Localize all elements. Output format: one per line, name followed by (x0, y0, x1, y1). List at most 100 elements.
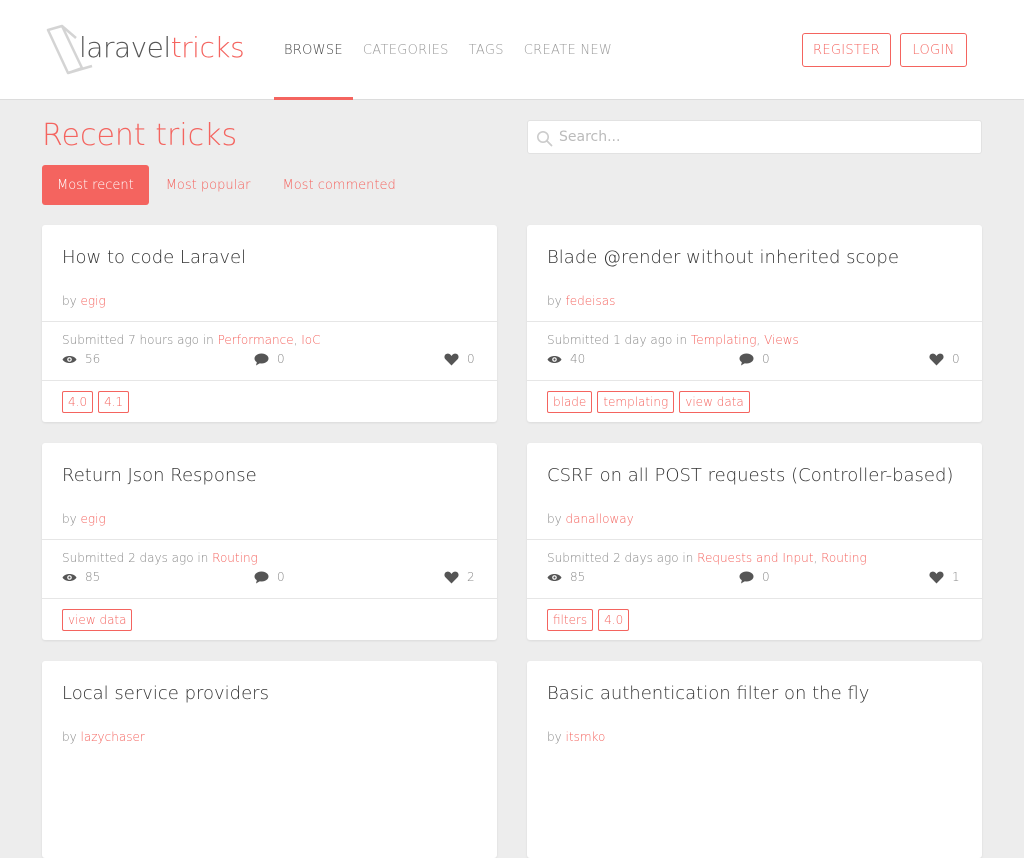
category-separator: , (813, 551, 822, 565)
trick-author-link[interactable]: lazychaser (81, 730, 145, 744)
by-label: by (62, 512, 77, 526)
comments-icon (254, 353, 269, 365)
trick-card: Local service providers by lazychaser (42, 661, 497, 858)
trick-title[interactable]: CSRF on all POST requests (Controller-ba… (547, 465, 953, 486)
trick-title[interactable]: Basic authentication filter on the fly (547, 683, 869, 704)
category-link[interactable]: Requests and Input (697, 551, 813, 565)
views-count: 56 (85, 352, 101, 366)
comments-stat: 0 (254, 351, 285, 367)
by-label: by (62, 294, 77, 308)
likes-icon (929, 571, 944, 583)
category-link[interactable]: Templating (691, 333, 757, 347)
tag-link[interactable]: 4.0 (62, 391, 94, 413)
card-divider (527, 380, 982, 381)
trick-author-line: by egig (62, 512, 106, 526)
views-count: 85 (570, 570, 586, 584)
trick-title[interactable]: Local service providers (62, 683, 269, 704)
sort-filters: Most recent Most popular Most commented (42, 165, 413, 205)
trick-author-link[interactable]: itsmko (566, 730, 606, 744)
views-icon (62, 355, 77, 363)
tag-link[interactable]: view data (679, 391, 750, 413)
category-separator: , (756, 333, 765, 347)
nav-categories[interactable]: CATEGORIES (353, 0, 459, 100)
trick-author-link[interactable]: egig (81, 512, 106, 526)
trick-meta: Submitted 1 day ago in Templating, Views (547, 333, 799, 347)
nav-browse[interactable]: BROWSE (274, 0, 353, 100)
views-count: 85 (85, 570, 101, 584)
likes-icon (444, 353, 459, 365)
category-link[interactable]: Routing (821, 551, 867, 565)
search-box (527, 120, 982, 154)
views-stat: 85 (547, 569, 585, 585)
likes-count: 2 (467, 570, 475, 584)
likes-count: 1 (952, 570, 960, 584)
trick-author-line: by lazychaser (62, 730, 145, 744)
trick-title[interactable]: Return Json Response (62, 465, 257, 486)
comments-icon (254, 571, 269, 583)
comments-count: 0 (762, 570, 770, 584)
by-label: by (62, 730, 77, 744)
trick-meta: Submitted 2 days ago in Requests and Inp… (547, 551, 867, 565)
tag-link[interactable]: 4.0 (598, 609, 630, 631)
trick-tags: blade templating view data (547, 391, 755, 413)
comments-count: 0 (277, 570, 285, 584)
filter-most-commented[interactable]: Most commented (268, 165, 411, 205)
trick-tags: view data (62, 609, 137, 631)
trick-meta: Submitted 7 hours ago in Performance, Io… (62, 333, 321, 347)
trick-author-line: by itsmko (547, 730, 605, 744)
by-label: by (547, 512, 562, 526)
tag-link[interactable]: blade (547, 391, 593, 413)
nav-create-new[interactable]: CREATE NEW (514, 0, 622, 100)
tag-link[interactable]: filters (547, 609, 594, 631)
card-divider (42, 380, 497, 381)
likes-stat[interactable]: 1 (929, 569, 960, 585)
likes-stat[interactable]: 0 (444, 351, 475, 367)
trick-card: Blade @render without inherited scope by … (527, 225, 982, 422)
trick-author-link[interactable]: egig (81, 294, 106, 308)
filter-most-recent[interactable]: Most recent (42, 165, 149, 205)
category-link[interactable]: IoC (301, 333, 320, 347)
views-icon (547, 573, 562, 581)
site-header: laraveltricks BROWSE CATEGORIES TAGS CRE… (0, 0, 1024, 100)
by-label: by (547, 294, 562, 308)
category-link[interactable]: Views (764, 333, 799, 347)
card-divider (527, 598, 982, 599)
comments-stat: 0 (739, 569, 770, 585)
trick-author-line: by fedeisas (547, 294, 615, 308)
tag-link[interactable]: templating (597, 391, 675, 413)
likes-stat[interactable]: 2 (444, 569, 475, 585)
logo-wordmark: laraveltricks (79, 31, 245, 64)
trick-card: How to code Laravel by egig Submitted 7 ho… (42, 225, 497, 422)
trick-card: CSRF on all POST requests (Controller-ba… (527, 443, 982, 640)
category-link[interactable]: Routing (212, 551, 258, 565)
views-stat: 85 (62, 569, 100, 585)
trick-author-link[interactable]: danalloway (566, 512, 634, 526)
category-link[interactable]: Performance (218, 333, 294, 347)
card-divider (42, 321, 497, 322)
trick-title[interactable]: Blade @render without inherited scope (547, 247, 899, 268)
trick-author-line: by egig (62, 294, 106, 308)
by-label: by (547, 730, 562, 744)
views-stat: 40 (547, 351, 585, 367)
register-button[interactable]: REGISTER (802, 33, 891, 67)
tag-link[interactable]: view data (62, 609, 133, 631)
nav-tags[interactable]: TAGS (459, 0, 514, 100)
filter-most-popular[interactable]: Most popular (151, 165, 266, 205)
card-divider (527, 321, 982, 322)
submitted-text: Submitted 2 days ago in (62, 551, 209, 565)
comments-stat: 0 (254, 569, 285, 585)
search-input[interactable] (559, 121, 974, 153)
search-icon (537, 131, 553, 147)
trick-author-link[interactable]: fedeisas (566, 294, 616, 308)
card-divider (42, 539, 497, 540)
site-logo[interactable]: laraveltricks (46, 24, 256, 78)
comments-icon (739, 353, 754, 365)
trick-author-line: by danalloway (547, 512, 634, 526)
login-button[interactable]: LOGIN (900, 33, 967, 67)
trick-card: Basic authentication filter on the fly by… (527, 661, 982, 858)
tag-link[interactable]: 4.1 (98, 391, 130, 413)
trick-title[interactable]: How to code Laravel (62, 247, 246, 268)
main-nav: BROWSE CATEGORIES TAGS CREATE NEW (274, 0, 622, 100)
logo-text-tricks: tricks (170, 31, 245, 64)
likes-stat[interactable]: 0 (929, 351, 960, 367)
